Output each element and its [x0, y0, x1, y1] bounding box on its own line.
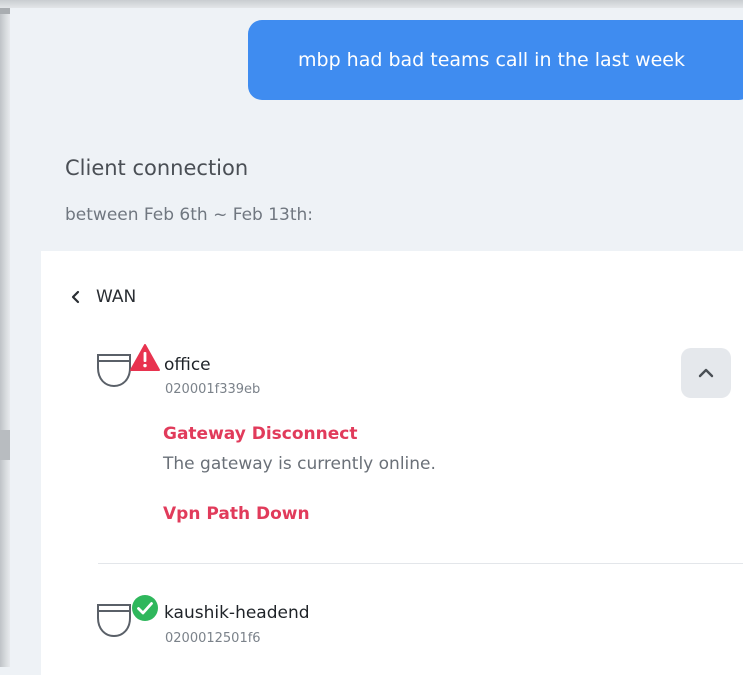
gateway-id: 0200012501f6 [165, 631, 261, 646]
window-edge-block [0, 430, 10, 460]
back-label: WAN [96, 287, 137, 307]
background-window-top-edge [0, 0, 743, 8]
gateway-id: 020001f339eb [165, 382, 261, 397]
gateway-name[interactable]: kaushik-headend [164, 603, 310, 623]
warning-icon [129, 343, 161, 373]
gateway-name[interactable]: office [164, 355, 211, 375]
chevron-left-icon [68, 289, 84, 305]
chevron-up-icon [698, 368, 714, 378]
back-button[interactable]: WAN [68, 287, 136, 307]
background-window-edge [0, 0, 10, 667]
check-circle-icon [130, 593, 160, 623]
result-title: Client connection [65, 156, 249, 180]
wan-card: WAN office 020001f339eb Gateway Disconne… [41, 251, 743, 675]
result-subtitle: between Feb 6th ~ Feb 13th: [65, 205, 314, 225]
user-message-bubble: mbp had bad teams call in the last week [248, 20, 743, 100]
collapse-button[interactable] [681, 348, 731, 398]
user-message-text: mbp had bad teams call in the last week [298, 49, 685, 71]
chat-area: mbp had bad teams call in the last week … [10, 8, 743, 675]
gateway-divider [98, 563, 743, 564]
alert-title: Vpn Path Down [163, 504, 310, 524]
alert-description: The gateway is currently online. [163, 454, 436, 474]
alert-title: Gateway Disconnect [163, 424, 358, 444]
